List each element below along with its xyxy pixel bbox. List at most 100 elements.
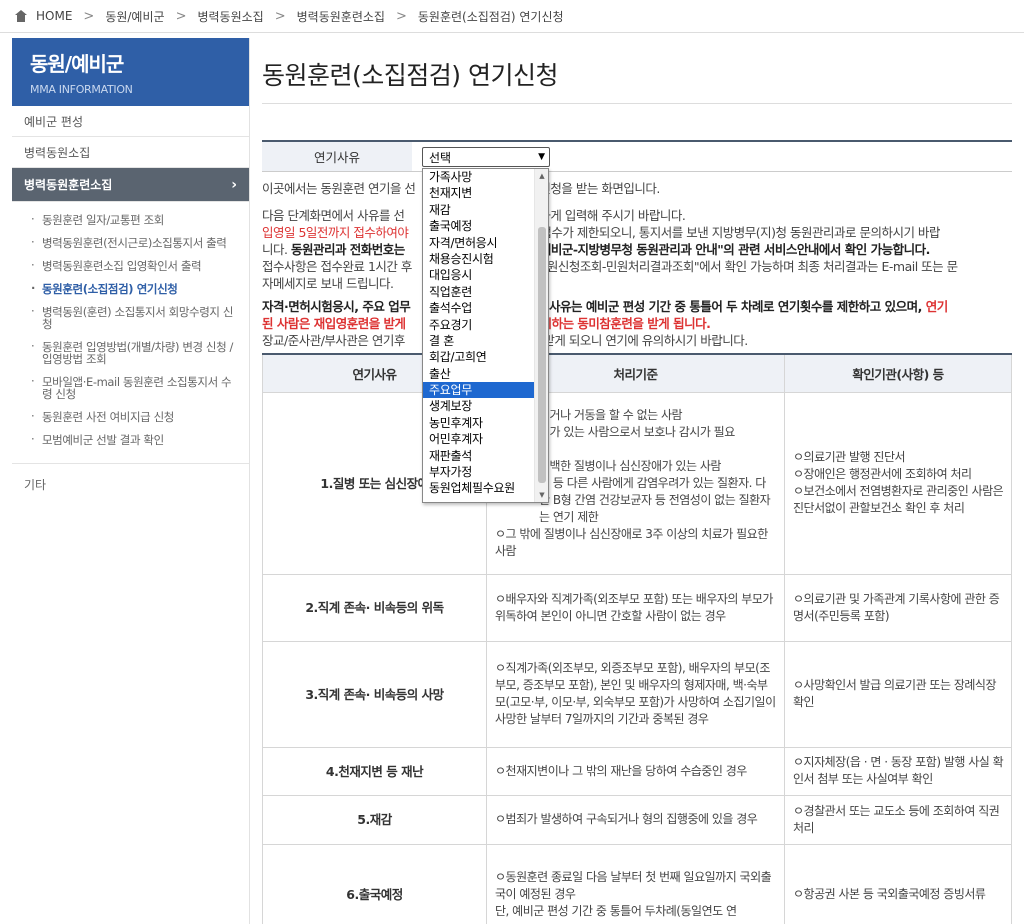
info-warning: 입영일 5일전까지 접수하여야 xyxy=(262,225,409,240)
chevron-down-icon: ▼ xyxy=(538,152,545,162)
submenu-item[interactable]: 동원훈련 일자/교통편 조회 xyxy=(12,212,249,228)
breadcrumb-home[interactable]: HOME xyxy=(36,9,72,23)
submenu-item[interactable]: 병력동원훈련(전시근로)소집통지서 출력 xyxy=(12,235,249,251)
confirm-line: ㅇ장애인은 행정관서에 조회하여 처리 xyxy=(793,467,972,481)
chevron-right-icon: > xyxy=(83,8,95,24)
column-header: 확인기관(사항) 등 xyxy=(784,353,1012,393)
confirm-line: ㅇ보건소에서 전염병환자로 관리중인 사람은 진단서없이 관할보건소 확인 후 … xyxy=(793,484,1004,515)
reason-form-row: 연기사유 선택 ▼ xyxy=(262,140,1012,172)
info-line: 을 받게 되오니 연기에 유의하시기 바랍니다. xyxy=(528,333,748,348)
dropdown-option[interactable]: 부자가정 xyxy=(423,464,536,480)
dropdown-option[interactable]: 생계보장 xyxy=(423,398,536,414)
row-confirm: ㅇ의료기관 및 가족관계 기록사항에 관한 증명서(주민등록 포함) xyxy=(784,573,1012,642)
chevron-right-icon: > xyxy=(175,8,187,24)
info-line: 다음 단계화면에서 사유를 선 xyxy=(262,208,405,223)
info-warning: 된 사람은 재입영훈련을 받게 xyxy=(262,316,406,331)
submenu-item[interactable]: 모범예비군 선발 결과 확인 xyxy=(12,432,249,448)
sidebar-item-mobilization-call[interactable]: 병력동원소집 xyxy=(12,137,249,168)
info-warning: 연기 xyxy=(925,299,949,314)
info-text: 이곳에서는 동원훈련 연기을 선 신청을 받는 화면입니다. 다음 단계화면에서 … xyxy=(262,180,1012,349)
submenu-item-current[interactable]: 동원훈련(소집점검) 연기신청 xyxy=(12,281,249,297)
breadcrumb-level1[interactable]: 동원/예비군 xyxy=(105,8,164,25)
dropdown-option[interactable]: 출석수업 xyxy=(423,300,536,316)
dropdown-option[interactable]: 채용승진시험 xyxy=(423,251,536,267)
chevron-right-icon: > xyxy=(274,8,286,24)
reason-label: 연기사유 xyxy=(262,142,412,171)
breadcrumb-level2[interactable]: 병력동원소집 xyxy=(197,8,263,25)
dropdown-option[interactable]: 결 혼 xyxy=(423,333,536,349)
dropdown-option[interactable]: 자격/면허응시 xyxy=(423,235,536,251)
dropdown-option[interactable]: 출산 xyxy=(423,366,536,382)
dropdown-option[interactable]: 주요업무 xyxy=(423,382,536,399)
submenu-item[interactable]: 모바일앱·E-mail 동원훈련 소집통지서 수령 신청 xyxy=(12,374,249,402)
dropdown-option[interactable]: 출국예정 xyxy=(423,218,536,234)
dropdown-option[interactable]: 동원업체필수요원 xyxy=(423,480,536,496)
info-line: 장교/준사관/부사관은 연기후 xyxy=(262,333,405,348)
dropdown-scrollbar[interactable]: ▲ ▼ xyxy=(534,169,548,502)
info-bold: 동원관리과 전화번호는 xyxy=(290,242,405,257)
home-icon[interactable] xyxy=(14,10,28,22)
table-row: 2.직계 존속· 비속등의 위독 ㅇ배우자와 직계가족(외조부모 포함) 또는 … xyxy=(262,573,1012,642)
row-reason: 5.재감 xyxy=(262,794,487,845)
sidebar-item-etc[interactable]: 기타 xyxy=(12,464,249,493)
dropdown-option[interactable]: 가족사망 xyxy=(423,169,536,185)
breadcrumb-current: 동원훈련(소집점검) 연기신청 xyxy=(417,9,564,24)
breadcrumb-level3[interactable]: 병력동원훈련소집 xyxy=(297,8,385,25)
criteria-line: 단, 예비군 편성 기간 중 통틀어 두차례(동일연도 연 xyxy=(495,903,737,918)
submenu-item[interactable]: 병력동원(훈련) 소집통지서 회망수령지 신청 xyxy=(12,304,249,332)
reason-dropdown-list[interactable]: 가족사망 천재지변 재감 출국예정 자격/면허응시 채용승진시험 대입응시 직업훈련 출석수업 주… xyxy=(422,168,549,503)
sidebar-item-mobilization-training[interactable]: 병력동원훈련소집 › xyxy=(12,168,249,202)
sidebar-item-reserve-organization[interactable]: 예비군 편성 xyxy=(12,106,249,137)
info-line: 니다. xyxy=(262,242,291,257)
row-criteria: ㅇ동원훈련 종료일 다음 날부터 첫 번째 일요일까지 국외출국이 예정된 경우… xyxy=(486,843,785,924)
info-line: 민원신청조회-민원처리결과조회"에서 확인 가능하며 최종 처리결과는 E-ma… xyxy=(535,259,958,274)
table-row: 3.직계 존속· 비속등의 사망 ㅇ직계가족(외조부모, 외증조부모 포함), … xyxy=(262,640,1012,748)
dropdown-option[interactable]: 재감 xyxy=(423,202,536,218)
sidebar-item-label: 병력동원훈련소집 xyxy=(24,178,113,192)
row-reason: 4.천재지변 등 재난 xyxy=(262,746,487,796)
dropdown-option[interactable]: 어민후계자 xyxy=(423,431,536,447)
row-criteria: ㅇ직계가족(외조부모, 외증조부모 포함), 배우자의 부모(조부모, 증조부모… xyxy=(486,640,785,748)
dropdown-option[interactable]: 주요경기 xyxy=(423,317,536,333)
info-line: 신청을 받는 화면입니다. xyxy=(539,181,660,196)
criteria-line: ㅇ그 밖에 질병이나 심신장애로 3주 이상의 치료가 필요한 사람 xyxy=(495,526,768,558)
scroll-down-arrow-icon[interactable]: ▼ xyxy=(535,488,548,502)
row-reason: 6.출국예정 xyxy=(262,843,487,924)
table-row: 6.출국예정 ㅇ동원훈련 종료일 다음 날부터 첫 번째 일요일까지 국외출국이… xyxy=(262,843,1012,924)
page-title: 동원훈련(소집점검) 연기신청 xyxy=(262,38,1012,104)
row-reason: 2.직계 존속· 비속등의 위독 xyxy=(262,573,487,642)
sidebar-header: 동원/예비군 MMA INFORMATION xyxy=(12,38,249,106)
row-confirm: ㅇ항공권 사본 등 국외출국예정 증빙서류 xyxy=(784,843,1012,924)
submenu-item[interactable]: 동원훈련 입영방법(개별/차량) 변경 신청 / 입영방법 조회 xyxy=(12,339,249,367)
info-bold: 정 사유는 예비군 편성 기간 중 통틀어 두 차례로 연기횟수를 제한하고 있… xyxy=(534,299,926,314)
row-confirm: ㅇ의료기관 발행 진단서 ㅇ장애인은 행정관서에 조회하여 처리 ㅇ보건소에서 … xyxy=(784,391,1012,575)
breadcrumb: HOME > 동원/예비군 > 병력동원소집 > 병력동원훈련소집 > 동원훈련… xyxy=(0,0,1024,33)
info-line: 확하게 입력해 주시기 바랍니다. xyxy=(528,208,686,223)
sidebar-title: 동원/예비군 xyxy=(30,52,124,76)
dropdown-option[interactable]: 회갑/고희연 xyxy=(423,349,536,365)
row-criteria: ㅇ배우자와 직계가족(외조부모 포함) 또는 배우자의 부모가 위독하여 본인이… xyxy=(486,573,785,642)
info-line: ! 접수가 제한되오니, 통지서를 보낸 지방병무(지)청 동원관리과로 문의하… xyxy=(532,225,940,240)
criteria-line: ㅇ동원훈련 종료일 다음 날부터 첫 번째 일요일까지 국외출국이 예정된 경우 xyxy=(495,869,772,901)
scrollbar-thumb[interactable] xyxy=(538,227,546,483)
sidebar-submenu: 동원훈련 일자/교통편 조회 병력동원훈련(전시근로)소집통지서 출력 병력동원… xyxy=(12,202,249,464)
sidebar-subtitle: MMA INFORMATION xyxy=(30,83,133,96)
dropdown-option[interactable]: 농민후계자 xyxy=(423,415,536,431)
table-row: 4.천재지변 등 재난 ㅇ천재지변이나 그 밖의 재난을 당하여 수습중인 경우… xyxy=(262,746,1012,796)
postpone-criteria-table: 연기사유 처리기준 확인기관(사항) 등 1.질병 또는 심신장애 이거나 거동… xyxy=(262,353,1012,924)
dropdown-option[interactable]: 직업훈련 xyxy=(423,284,536,300)
chevron-right-icon: > xyxy=(395,8,407,24)
submenu-item[interactable]: 병력동원훈련소집 입영확인서 출력 xyxy=(12,258,249,274)
info-bold: 자격·면허시험응시, 주요 업무 xyxy=(262,299,411,314)
row-reason: 3.직계 존속· 비속등의 사망 xyxy=(262,640,487,748)
reason-select[interactable]: 선택 ▼ xyxy=(422,147,550,167)
scroll-up-arrow-icon[interactable]: ▲ xyxy=(535,169,548,183)
dropdown-option[interactable]: 대입응시 xyxy=(423,267,536,283)
row-confirm: ㅇ경찰관서 또는 교도소 등에 조회하여 직권 처리 xyxy=(784,794,1012,845)
dropdown-option[interactable]: 재판출석 xyxy=(423,448,536,464)
reason-field: 선택 ▼ xyxy=(412,142,560,171)
submenu-item[interactable]: 동원훈련 사전 여비지급 신청 xyxy=(12,409,249,425)
row-criteria: ㅇ범죄가 발생하여 구속되거나 형의 집행중에 있을 경우 xyxy=(486,794,785,845)
dropdown-option[interactable]: 천재지변 xyxy=(423,185,536,201)
main-content: 동원훈련(소집점검) 연기신청 연기사유 선택 ▼ 이곳에서는 동원훈련 연기을… xyxy=(262,38,1012,924)
